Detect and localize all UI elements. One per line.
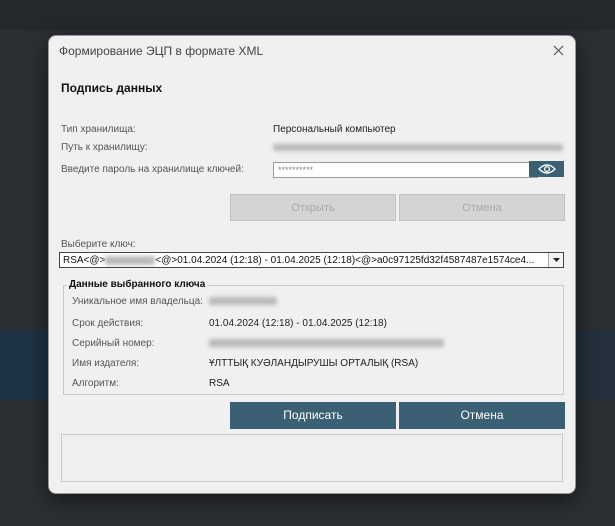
key-prefix: RSA<@>	[63, 255, 106, 266]
validity-label: Срок действия:	[72, 318, 144, 329]
storage-path-redacted	[273, 144, 563, 151]
cancel-button[interactable]: Отмена	[399, 402, 565, 429]
sign-xml-dialog: Формирование ЭЦП в формате XML Подпись д…	[48, 35, 576, 494]
storage-cancel-button[interactable]: Отмена	[399, 194, 565, 221]
chevron-down-icon	[552, 258, 560, 262]
algorithm-value: RSA	[209, 378, 230, 389]
show-password-button[interactable]	[529, 161, 564, 177]
background-top	[0, 0, 615, 30]
key-select-label: Выберите ключ:	[61, 239, 136, 250]
section-title: Подпись данных	[61, 81, 163, 95]
key-details-title: Данные выбранного ключа	[67, 279, 208, 290]
storage-type-label: Тип хранилища:	[61, 124, 136, 135]
validity-value: 01.04.2024 (12:18) - 01.04.2025 (12:18)	[209, 318, 387, 329]
issuer-label: Имя издателя:	[72, 358, 140, 369]
serial-number-label: Серийный номер:	[72, 338, 155, 349]
password-label: Введите пароль на хранилище ключей:	[61, 164, 244, 175]
key-select-dropdown[interactable]: RSA<@> <@>01.04.2024 (12:18) - 01.04.2025…	[59, 252, 564, 268]
close-button[interactable]	[547, 40, 569, 62]
dropdown-arrow[interactable]	[548, 253, 563, 267]
eye-icon	[537, 164, 556, 174]
status-message-box	[61, 434, 563, 482]
serial-number-redacted	[209, 339, 444, 347]
key-rest: <@>01.04.2024 (12:18) - 01.04.2025 (12:1…	[155, 255, 535, 266]
algorithm-label: Алгоритм:	[72, 378, 119, 389]
title-bar: Формирование ЭЦП в формате XML	[49, 36, 575, 66]
close-icon	[553, 45, 563, 56]
owner-name-redacted	[209, 297, 277, 305]
open-storage-button[interactable]: Открыть	[230, 194, 396, 221]
key-owner-redacted	[105, 255, 156, 265]
storage-path-label: Путь к хранилищу:	[61, 142, 148, 153]
issuer-value: ҰЛТТЫҚ КУӘЛАНДЫРУШЫ ОРТАЛЫҚ (RSA)	[209, 358, 419, 369]
sign-button[interactable]: Подписать	[230, 402, 396, 429]
password-field[interactable]: **********	[273, 162, 538, 178]
owner-name-label: Уникальное имя владельца:	[72, 296, 203, 307]
storage-type-value: Персональный компьютер	[273, 124, 396, 135]
window-title: Формирование ЭЦП в формате XML	[59, 44, 264, 58]
key-select-value: RSA<@> <@>01.04.2024 (12:18) - 01.04.2025…	[63, 254, 543, 267]
